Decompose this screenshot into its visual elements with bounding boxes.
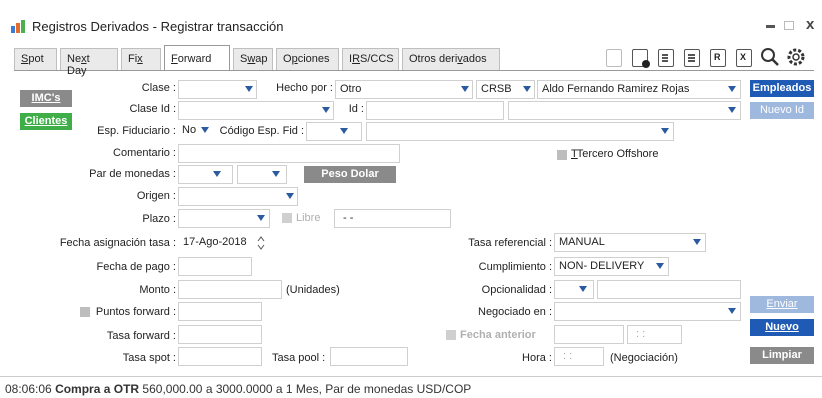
tab-otros-derivados[interactable]: Otros derivados <box>402 48 500 70</box>
negociado-en-label: Negociado en : <box>478 306 552 318</box>
hecho-por-name-select[interactable]: Aldo Fernando Ramirez Rojas <box>537 80 741 99</box>
fecha-asignacion-label: Fecha asignación tasa : <box>59 237 176 249</box>
document-list-icon[interactable] <box>684 49 700 67</box>
tab-divider <box>14 70 814 71</box>
clientes-button[interactable]: Clientes <box>20 113 72 130</box>
esp-fiduciario-label: Esp. Fiduciario : <box>97 125 176 137</box>
opcionalidad-detail-field[interactable] <box>597 280 741 299</box>
tercero-offshore-label: TTercero Offshore <box>571 148 659 160</box>
tasa-spot-label: Tasa spot : <box>122 352 176 364</box>
hora-note: (Negociación) <box>610 352 678 364</box>
empleados-button[interactable]: Empleados <box>750 80 814 97</box>
close-icon[interactable]: x <box>806 16 814 33</box>
comentario-label: Comentario : <box>113 147 176 159</box>
puntos-forward-field[interactable] <box>178 302 262 321</box>
codigo-esp-fid-detail-select[interactable] <box>366 122 674 141</box>
tab-irs-ccs[interactable]: IRS/CCS <box>342 48 399 70</box>
window-title: Registros Derivados - Registrar transacc… <box>32 19 284 34</box>
imcs-button[interactable]: IMC's <box>20 90 72 107</box>
tasa-referencial-label: Tasa referencial : <box>468 237 552 249</box>
par-monedas-from-select[interactable] <box>178 165 233 184</box>
monto-label: Monto : <box>139 284 176 296</box>
status-bar: 08:06:06 Compra a OTR 560,000.00 a 3000.… <box>5 382 472 396</box>
tab-spot[interactable]: Spot <box>14 48 57 70</box>
opcionalidad-select[interactable] <box>554 280 594 299</box>
document-lock-icon[interactable] <box>632 49 650 68</box>
id-detail-select[interactable] <box>508 101 741 120</box>
comentario-field[interactable] <box>178 144 400 163</box>
clase-id-label: Clase Id : <box>129 103 176 115</box>
esp-fiduciario-select[interactable]: No <box>178 122 214 141</box>
id-field[interactable] <box>366 101 504 120</box>
codigo-esp-fid-label: Código Esp. Fid : <box>219 125 304 137</box>
tasa-spot-field[interactable] <box>178 347 262 366</box>
fecha-anterior-time-field[interactable]: : : <box>627 325 682 344</box>
tab-next-day[interactable]: Next Day <box>60 48 118 77</box>
limpiar-button[interactable]: Limpiar <box>750 347 814 364</box>
monto-field[interactable] <box>178 280 282 299</box>
negociado-en-select[interactable] <box>554 302 741 321</box>
tercero-offshore-checkbox[interactable] <box>557 150 567 160</box>
tasa-pool-label: Tasa pool : <box>272 352 326 364</box>
clase-select[interactable] <box>178 80 257 99</box>
gear-icon[interactable] <box>786 47 806 67</box>
peso-dolar-button[interactable]: Peso Dolar <box>304 166 396 183</box>
fecha-pago-field[interactable] <box>178 257 252 276</box>
enviar-button[interactable]: Enviar <box>750 296 814 313</box>
libre-label: Libre <box>296 212 321 224</box>
fecha-pago-label: Fecha de pago : <box>96 261 176 273</box>
fecha-anterior-date-field[interactable] <box>554 325 624 344</box>
monto-unit-label: (Unidades) <box>286 284 340 296</box>
id-label: Id : <box>348 103 364 115</box>
status-divider <box>0 376 822 377</box>
app-window: Registros Derivados - Registrar transacc… <box>0 0 822 398</box>
date-spinner-icon[interactable] <box>256 235 266 251</box>
plazo-select[interactable] <box>178 209 270 228</box>
clase-id-select[interactable] <box>178 101 334 120</box>
nuevo-id-button[interactable]: Nuevo Id <box>750 102 814 119</box>
minimize-icon[interactable] <box>766 25 775 28</box>
document-x-icon[interactable]: X <box>736 49 752 67</box>
origen-label: Origen : <box>136 190 176 202</box>
hecho-por-label: Hecho por : <box>276 82 333 94</box>
plazo-date-field[interactable]: - - <box>334 209 451 228</box>
tab-fix[interactable]: Fix <box>121 48 161 70</box>
copy-icon[interactable] <box>606 49 622 67</box>
maximize-icon[interactable] <box>784 21 794 30</box>
puntos-forward-label: Puntos forward : <box>95 306 176 318</box>
tasa-pool-field[interactable] <box>330 347 408 366</box>
fecha-anterior-checkbox[interactable] <box>446 330 456 340</box>
tab-swap[interactable]: Swap <box>233 48 273 70</box>
hecho-por-code-select[interactable]: CRSB <box>476 80 535 99</box>
tasa-forward-field[interactable] <box>178 325 262 344</box>
hora-field[interactable]: : : <box>554 347 604 366</box>
fecha-anterior-label: Fecha anterior <box>460 329 536 341</box>
cumplimiento-label: Cumplimiento : <box>478 261 552 273</box>
tasa-referencial-select[interactable]: MANUAL <box>554 233 706 252</box>
search-icon[interactable] <box>760 47 780 67</box>
document-r-icon[interactable]: R <box>710 49 726 67</box>
nuevo-button[interactable]: Nuevo <box>750 319 814 336</box>
document-info-icon[interactable] <box>658 49 674 67</box>
codigo-esp-fid-select[interactable] <box>306 122 362 141</box>
par-monedas-to-select[interactable] <box>237 165 287 184</box>
tasa-forward-label: Tasa forward : <box>106 330 176 342</box>
tab-forward[interactable]: Forward <box>164 45 230 70</box>
puntos-forward-checkbox[interactable] <box>80 307 90 317</box>
clase-label: Clase : <box>141 82 176 94</box>
cumplimiento-select[interactable]: NON- DELIVERY <box>554 257 669 276</box>
opcionalidad-label: Opcionalidad : <box>481 284 552 296</box>
plazo-label: Plazo : <box>142 213 176 225</box>
hora-label: Hora : <box>522 352 552 364</box>
par-monedas-label: Par de monedas : <box>89 168 176 180</box>
app-icon <box>10 20 28 34</box>
tab-opciones[interactable]: Opciones <box>276 48 339 70</box>
origen-select[interactable] <box>178 187 298 206</box>
hecho-por-select[interactable]: Otro <box>335 80 473 99</box>
libre-checkbox[interactable] <box>282 213 292 223</box>
